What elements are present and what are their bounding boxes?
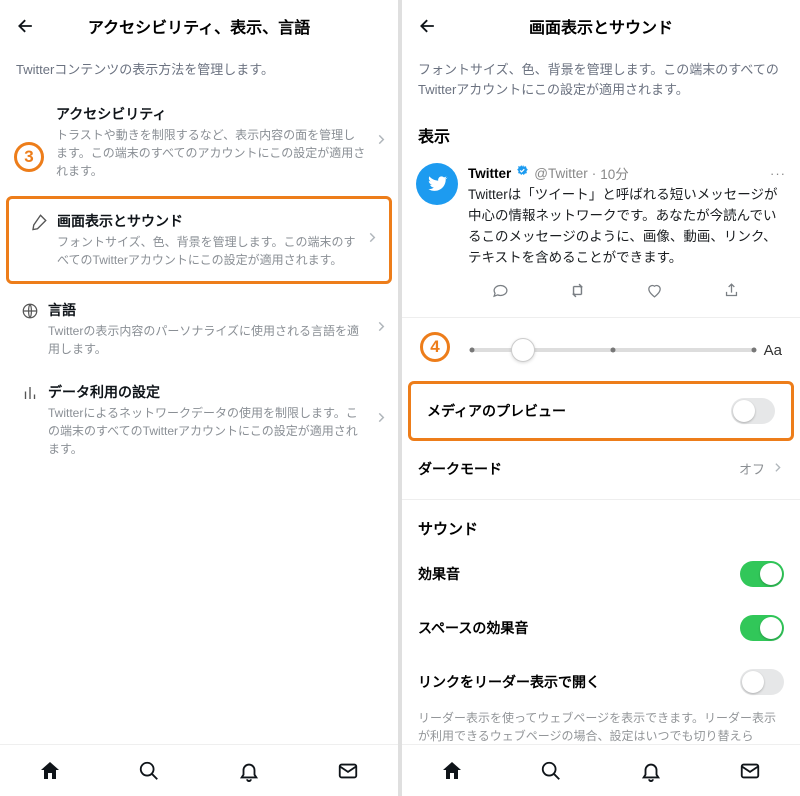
row-space-sound[interactable]: スペースの効果音 <box>402 601 800 655</box>
item-desc: フォントサイズ、色、背景を管理します。この端末のすべてのTwitterアカウント… <box>57 233 357 269</box>
page-subtitle: Twitterコンテンツの表示方法を管理します。 <box>0 52 398 92</box>
settings-item-display-sound[interactable]: 画面表示とサウンド フォントサイズ、色、背景を管理します。この端末のすべてのTw… <box>9 199 389 281</box>
item-desc: Twitterによるネットワークデータの使用を制限します。この端末のすべてのTw… <box>48 404 366 458</box>
row-label: 効果音 <box>418 564 460 584</box>
back-button[interactable] <box>414 12 442 40</box>
section-title-display: 表示 <box>402 111 800 155</box>
media-preview-toggle[interactable] <box>731 398 775 424</box>
home-icon[interactable] <box>37 758 63 784</box>
settings-list: 3 アクセシビリティ トラストや動きを制限するなど、表示内容の面を管理します。こ… <box>0 92 398 745</box>
like-icon[interactable] <box>645 281 665 301</box>
row-label: ダークモード <box>418 459 502 479</box>
chevron-right-icon <box>374 132 388 151</box>
highlight-display-sound: 画面表示とサウンド フォントサイズ、色、背景を管理します。この端末のすべてのTw… <box>6 196 392 284</box>
reader-desc: リーダー表示を使ってウェブページを表示できます。リーダー表示が利用できるウェブペ… <box>402 709 800 744</box>
row-label: リンクをリーダー表示で開く <box>418 672 600 692</box>
row-sound-effect[interactable]: 効果音 <box>402 547 800 601</box>
search-icon[interactable] <box>136 758 162 784</box>
reader-link-toggle[interactable] <box>740 669 784 695</box>
search-icon[interactable] <box>538 758 564 784</box>
verified-icon <box>515 164 530 182</box>
globe-icon <box>12 300 48 320</box>
header: 画面表示とサウンド <box>402 0 800 52</box>
row-reader-link[interactable]: リンクをリーダー表示で開く <box>402 655 800 709</box>
font-size-slider-row: Aa <box>402 324 800 377</box>
sample-tweet: Twitter @Twitter · 10分 ··· Twitterは「ツイート… <box>402 155 800 273</box>
back-button[interactable] <box>12 12 40 40</box>
aa-label: Aa <box>764 342 782 359</box>
section-title-sound: サウンド <box>402 506 800 547</box>
brush-icon <box>21 211 57 231</box>
sound-effect-toggle[interactable] <box>740 561 784 587</box>
item-title: 言語 <box>48 300 366 320</box>
settings-item-language[interactable]: 言語 Twitterの表示内容のパーソナライズに使用される言語を適用します。 <box>0 288 398 370</box>
home-icon[interactable] <box>439 758 465 784</box>
header: アクセシビリティ、表示、言語 <box>0 0 398 52</box>
bell-icon[interactable] <box>236 758 262 784</box>
annotation-badge-3: 3 <box>14 142 44 172</box>
chevron-right-icon <box>365 230 379 249</box>
space-sound-toggle[interactable] <box>740 615 784 641</box>
settings-accessibility-screen: アクセシビリティ、表示、言語 Twitterコンテンツの表示方法を管理します。 … <box>0 0 398 796</box>
chevron-right-icon <box>771 461 784 477</box>
bar-chart-icon <box>12 382 48 402</box>
tweet-actions <box>402 273 800 311</box>
row-dark-mode[interactable]: ダークモード オフ <box>402 445 800 493</box>
annotation-badge-4: 4 <box>420 332 450 362</box>
bell-icon[interactable] <box>638 758 664 784</box>
row-label: スペースの効果音 <box>418 618 528 638</box>
display-sound-content: 表示 Twitter @Twitter · 10分 ··· Twitterは「ツ… <box>402 111 800 744</box>
page-title: 画面表示とサウンド <box>402 14 800 38</box>
settings-item-data-usage[interactable]: データ利用の設定 Twitterによるネットワークデータの使用を制限します。この… <box>0 370 398 470</box>
mail-icon[interactable] <box>335 758 361 784</box>
highlight-media-preview: メディアのプレビュー <box>408 381 794 441</box>
settings-item-accessibility[interactable]: アクセシビリティ トラストや動きを制限するなど、表示内容の面を管理します。この端… <box>0 92 398 192</box>
chevron-right-icon <box>374 410 388 429</box>
row-media-preview[interactable]: メディアのプレビュー <box>411 384 791 438</box>
item-title: 画面表示とサウンド <box>57 211 357 231</box>
page-subtitle: フォントサイズ、色、背景を管理します。この端末のすべてのTwitterアカウント… <box>402 52 800 111</box>
bottom-nav <box>0 744 398 796</box>
mail-icon[interactable] <box>737 758 763 784</box>
display-sound-screen: 画面表示とサウンド フォントサイズ、色、背景を管理します。この端末のすべてのTw… <box>402 0 800 796</box>
item-title: アクセシビリティ <box>56 104 366 124</box>
page-title: アクセシビリティ、表示、言語 <box>0 14 398 38</box>
tweet-time: 10分 <box>600 163 629 183</box>
tweet-author-name: Twitter <box>468 166 511 181</box>
share-icon[interactable] <box>722 281 742 301</box>
reply-icon[interactable] <box>491 281 511 301</box>
tweet-body: Twitterは「ツイート」と呼ばれる短いメッセージが中心の情報ネットワークです… <box>468 185 786 269</box>
retweet-icon[interactable] <box>568 281 588 301</box>
font-size-slider[interactable] <box>472 348 754 352</box>
row-label: メディアのプレビュー <box>427 401 566 421</box>
item-desc: トラストや動きを制限するなど、表示内容の面を管理します。この端末のすべてのアカウ… <box>56 126 366 180</box>
dark-mode-value: オフ <box>739 459 765 478</box>
bottom-nav <box>402 744 800 796</box>
item-title: データ利用の設定 <box>48 382 366 402</box>
chevron-right-icon <box>374 319 388 338</box>
tweet-handle: @Twitter <box>534 166 587 181</box>
more-icon[interactable]: ··· <box>770 166 786 181</box>
twitter-avatar <box>416 163 458 205</box>
item-desc: Twitterの表示内容のパーソナライズに使用される言語を適用します。 <box>48 322 366 358</box>
